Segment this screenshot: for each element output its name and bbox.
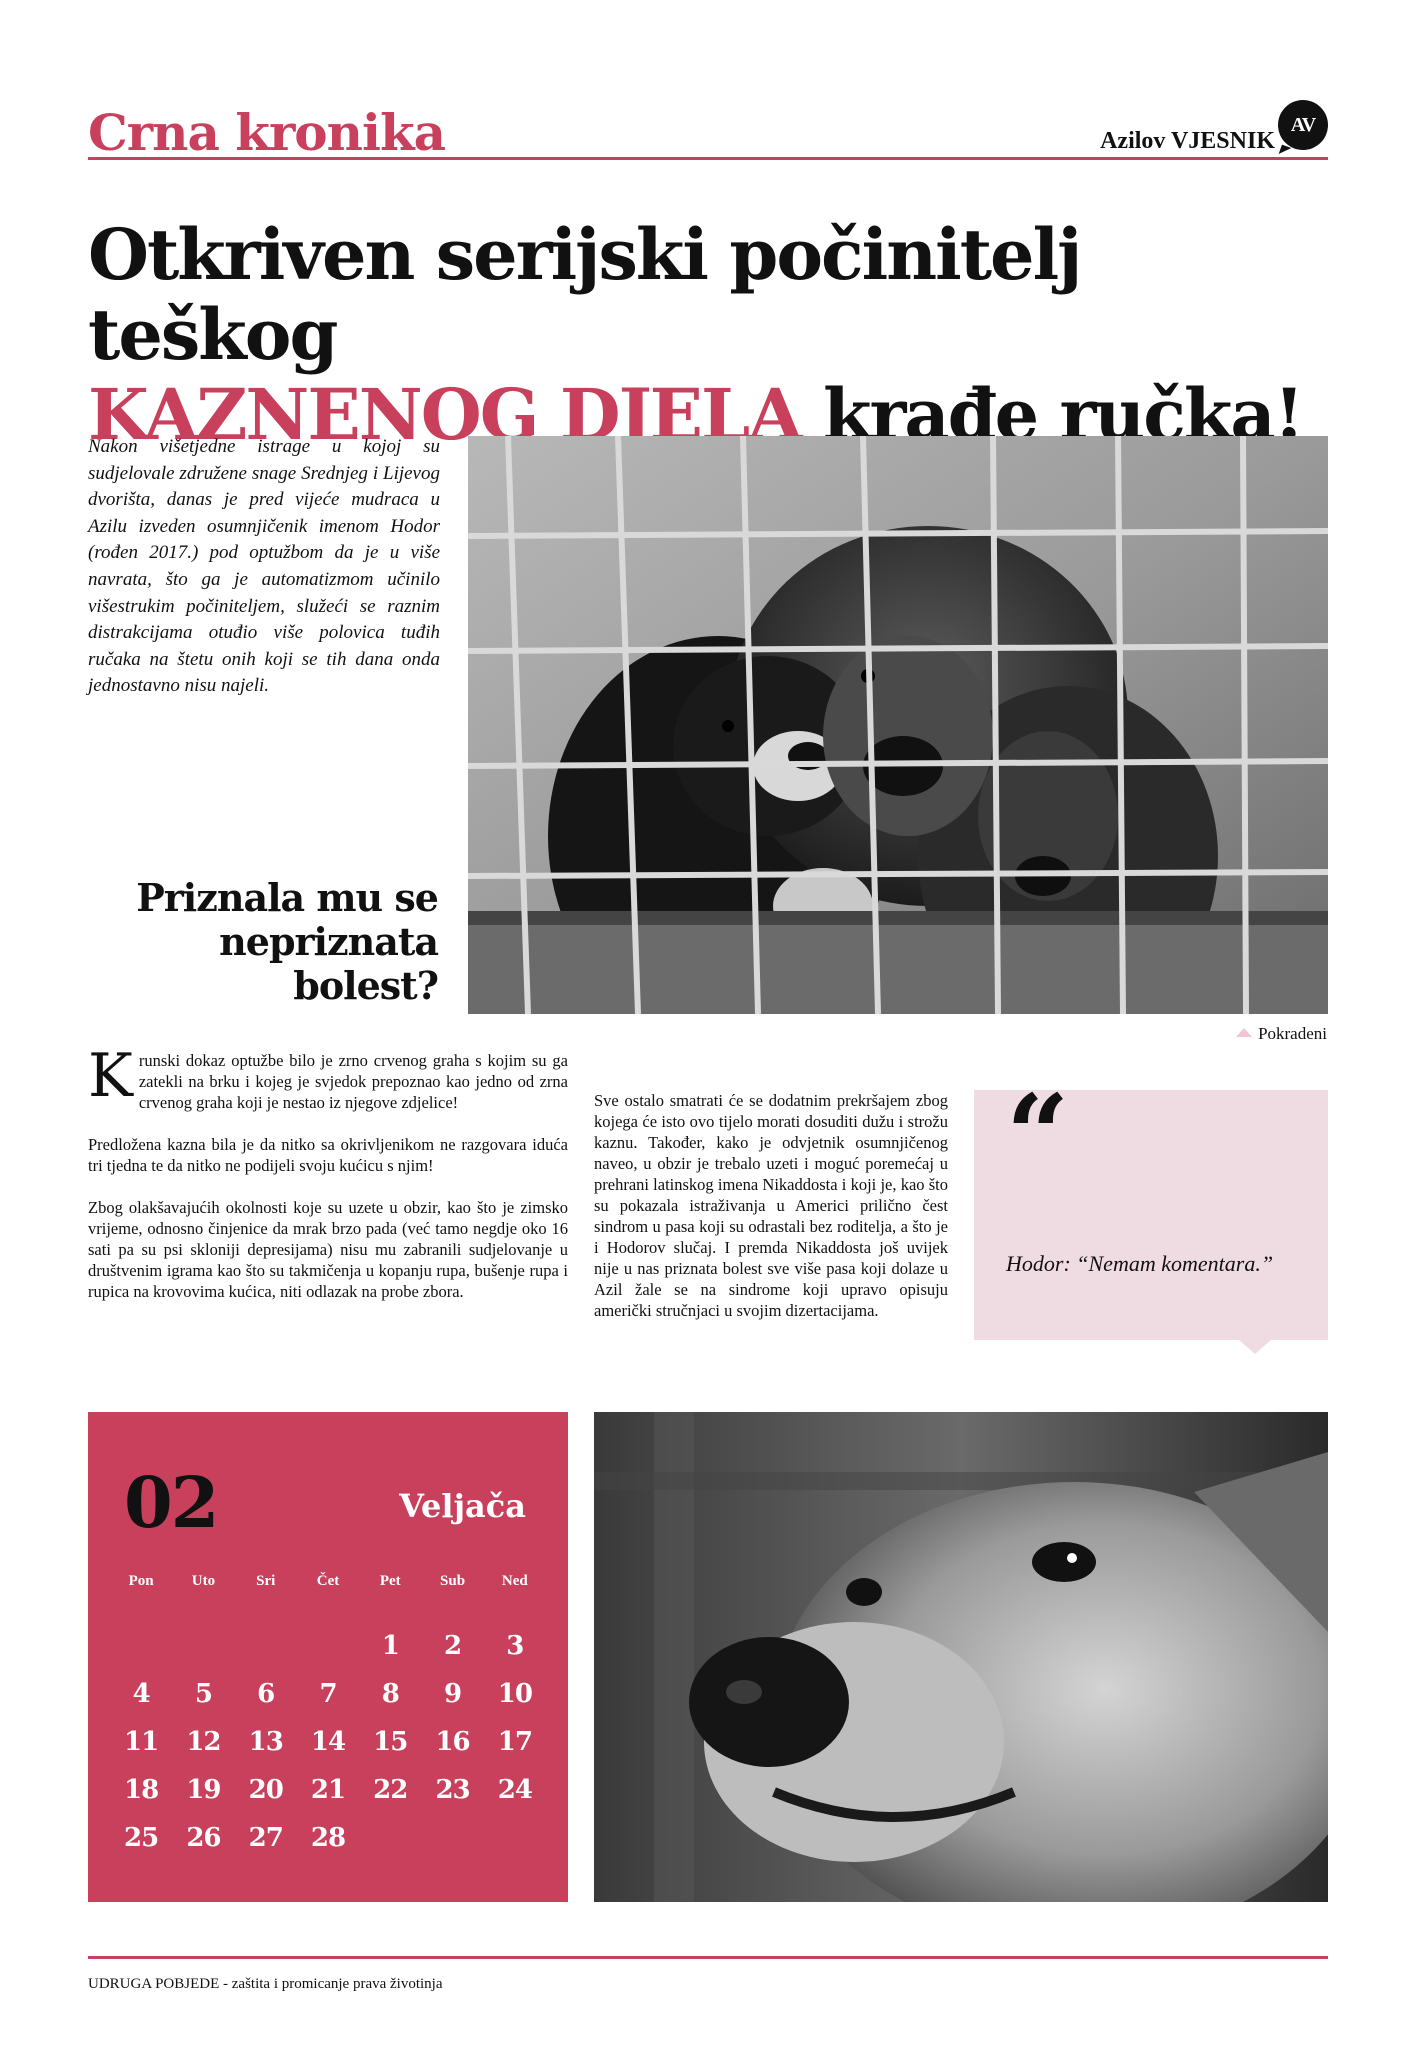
footer-rule <box>88 1956 1328 1959</box>
calendar-day: 8 <box>381 1679 400 1709</box>
footer-text: UDRUGA POBJEDE - zaštita i promicanje pr… <box>88 1976 443 1992</box>
calendar-day: 25 <box>124 1823 159 1853</box>
calendar-day <box>235 1622 297 1670</box>
body-column-1: Krunski dokaz optužbe bilo je zrno crven… <box>88 1041 568 1323</box>
body-paragraph-3: Zbog olakšavajućih okolnosti koje su uze… <box>88 1198 568 1301</box>
photo-dog-closeup <box>594 1412 1328 1902</box>
weekday-label: Sub <box>440 1573 466 1589</box>
photo-dog-closeup-illustration <box>594 1412 1328 1902</box>
calendar-day <box>484 1814 546 1862</box>
body-paragraph-1-text: runski dokaz optužbe bilo je zrno crveno… <box>138 1051 568 1112</box>
caption-triangle-icon <box>1236 1028 1253 1037</box>
calendar-day: 11 <box>124 1727 159 1757</box>
publication-logo-text: AV <box>1290 113 1316 136</box>
calendar-day: 13 <box>248 1727 284 1757</box>
calendar-day: 21 <box>310 1775 346 1805</box>
photo-dogs-illustration <box>468 436 1328 1014</box>
calendar-day: 28 <box>310 1823 346 1853</box>
calendar-day <box>359 1814 421 1862</box>
pull-quote-box: “ Hodor: “Nemam komentara.” <box>974 1080 1328 1354</box>
calendar-week: 18 19 20 21 22 23 24 <box>110 1766 546 1814</box>
calendar: 02 Veljača Pon Uto Sri Čet Pet Sub Ned 1… <box>88 1412 568 1902</box>
body-paragraph-2: Predložena kazna bila je da nitko sa okr… <box>88 1135 568 1175</box>
calendar-day <box>110 1622 172 1670</box>
calendar-day: 14 <box>310 1727 346 1757</box>
calendar-day: 6 <box>257 1679 275 1709</box>
calendar-day <box>297 1622 359 1670</box>
calendar-month-name: Veljača <box>399 1487 526 1525</box>
calendar-week: 25 26 27 28 <box>110 1814 546 1862</box>
calendar-day: 20 <box>248 1775 284 1805</box>
calendar-day: 17 <box>497 1727 533 1757</box>
calendar-day <box>172 1622 234 1670</box>
calendar-days: 1 2 3 4 5 6 7 8 9 10 11 12 13 14 15 16 1… <box>110 1622 546 1862</box>
calendar-day: 9 <box>444 1679 462 1709</box>
calendar-day: 24 <box>497 1775 533 1805</box>
weekday-label: Pet <box>379 1573 401 1589</box>
calendar-day: 19 <box>186 1775 221 1805</box>
calendar-day: 10 <box>497 1679 533 1709</box>
publication-logo: AV <box>1278 100 1328 150</box>
calendar-day: 22 <box>373 1775 408 1805</box>
calendar-week: 11 12 13 14 15 16 17 <box>110 1718 546 1766</box>
calendar-day: 23 <box>435 1775 470 1805</box>
photo-caption-text: Pokradeni <box>1258 1024 1327 1043</box>
weekday-label: Pon <box>128 1573 154 1589</box>
calendar-day <box>421 1814 483 1862</box>
lead-paragraph: Nakon višetjedne istrage u kojoj su sudj… <box>88 436 440 697</box>
photo-dogs-behind-fence <box>468 436 1328 1014</box>
calendar-day: 16 <box>435 1727 470 1757</box>
subheadline: Priznala mu se nepriznata bolest? <box>136 875 439 1008</box>
headline: Otkriven serijski počinitelj teškog KAZN… <box>88 215 1348 455</box>
section-title: Crna kronika <box>88 103 446 162</box>
quote-mark-icon: “ <box>1006 1070 1070 1199</box>
weekday-label: Uto <box>191 1573 216 1589</box>
calendar-grid: Pon Uto Sri Čet Pet Sub Ned 1 2 3 4 5 6 … <box>110 1570 546 1862</box>
calendar-day: 27 <box>248 1823 284 1853</box>
header-rule <box>88 157 1328 160</box>
weekday-label: Sri <box>256 1573 276 1589</box>
calendar-day: 18 <box>124 1775 159 1805</box>
weekday-label: Čet <box>316 1573 340 1589</box>
body-paragraph-4: Sve ostalo smatrati će se dodatnim prekr… <box>594 1091 948 1320</box>
headline-line1: Otkriven serijski počinitelj teškog <box>88 213 1082 376</box>
calendar-week: 1 2 3 <box>110 1622 546 1670</box>
calendar-month-number: 02 <box>124 1461 219 1544</box>
calendar-day: 4 <box>132 1679 151 1709</box>
photo-caption: Pokradeni <box>1236 1024 1327 1044</box>
calendar-day: 3 <box>506 1631 524 1661</box>
body-paragraph-1: Krunski dokaz optužbe bilo je zrno crven… <box>88 1041 568 1113</box>
calendar-day: 26 <box>186 1823 221 1853</box>
calendar-weekday-row: Pon Uto Sri Čet Pet Sub Ned <box>110 1570 546 1622</box>
calendar-day: 5 <box>194 1679 213 1709</box>
calendar-day: 12 <box>186 1727 221 1757</box>
calendar-day: 1 <box>381 1631 400 1661</box>
calendar-day: 2 <box>444 1631 462 1661</box>
drop-cap: K <box>88 1041 133 1111</box>
calendar-day: 15 <box>373 1727 408 1757</box>
publication-name: Azilov VJESNIK <box>1100 128 1275 154</box>
weekday-label: Ned <box>501 1573 528 1589</box>
calendar-day: 7 <box>319 1679 337 1709</box>
calendar-week: 4 5 6 7 8 9 10 <box>110 1670 546 1718</box>
pull-quote-text: Hodor: “Nemam komentara.” <box>1006 1251 1274 1276</box>
body-column-2: Sve ostalo smatrati će se dodatnim prekr… <box>594 1090 948 1342</box>
